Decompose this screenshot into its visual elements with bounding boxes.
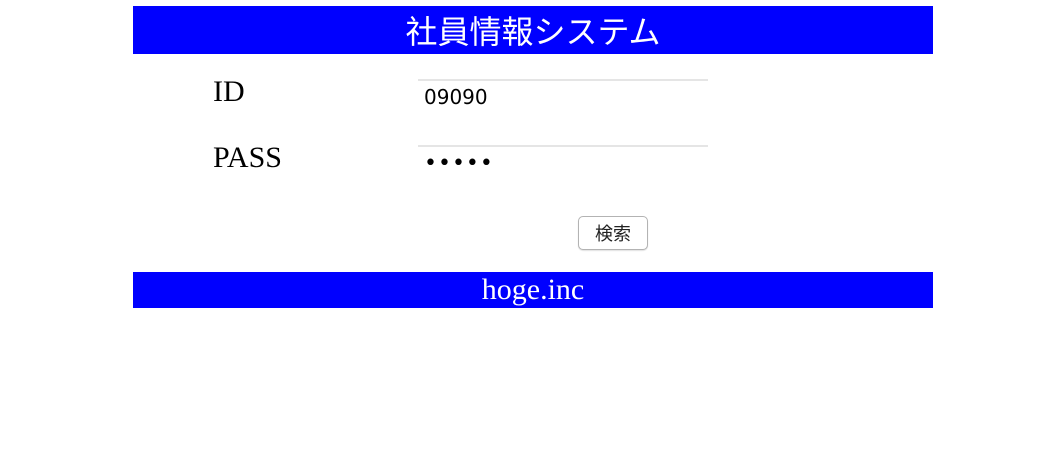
password-input[interactable] [418,145,708,179]
search-button[interactable]: 検索 [578,216,648,250]
page-title: 社員情報システム [405,14,661,50]
pass-label: PASS [213,141,282,174]
page-header: 社員情報システム [133,6,933,54]
footer-text: hoge.inc [481,273,585,306]
id-input[interactable] [418,79,708,113]
page-footer: hoge.inc [133,272,933,308]
id-label: ID [213,75,245,108]
